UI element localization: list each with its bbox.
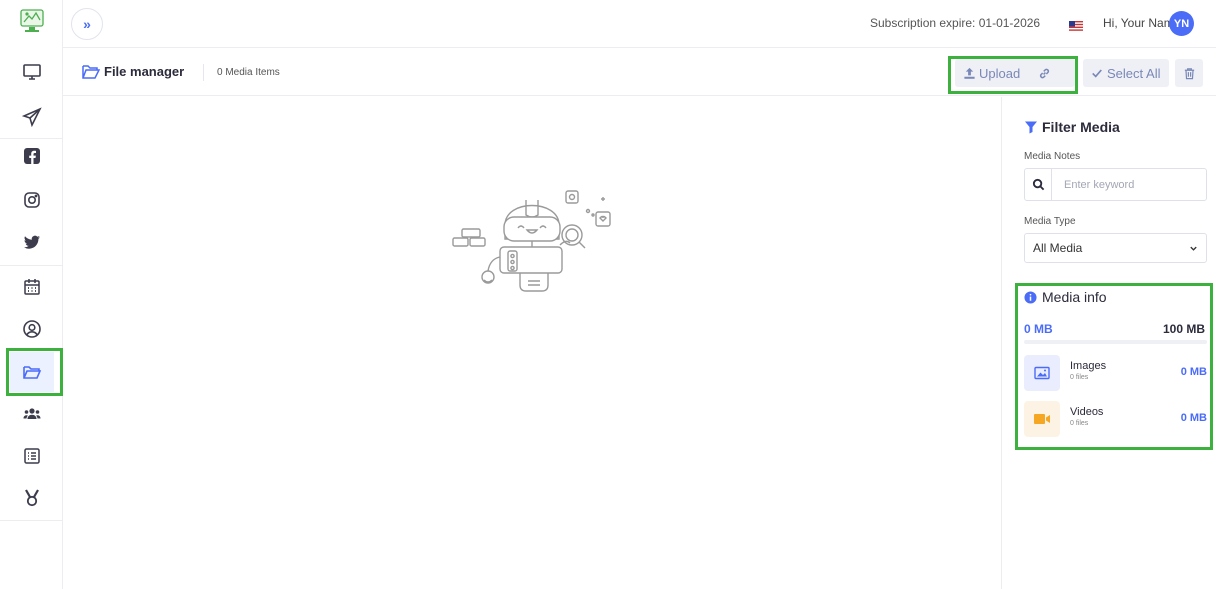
- sidebar-item-instagram[interactable]: [10, 180, 54, 220]
- header-divider: [203, 64, 204, 81]
- expand-sidebar-button[interactable]: »: [71, 8, 103, 40]
- trash-icon: [1184, 67, 1194, 79]
- sidebar-divider: [0, 265, 63, 266]
- select-all-button[interactable]: Select All: [1083, 59, 1169, 87]
- chevron-down-icon: [1190, 246, 1197, 251]
- monitor-icon: [23, 64, 41, 80]
- media-grid-empty: [63, 97, 1001, 589]
- app: » Subscription expire: 01-01-2026 Hi, Yo…: [0, 0, 1216, 589]
- instagram-icon: [24, 192, 40, 208]
- empty-state-robot-illustration: [452, 190, 611, 292]
- media-notes-label: Media Notes: [1024, 151, 1081, 162]
- calendar-icon: [24, 279, 40, 295]
- filter-media-heading: Filter Media: [1024, 119, 1120, 135]
- top-bar: » Subscription expire: 01-01-2026 Hi, Yo…: [63, 0, 1216, 48]
- search-icon: [1025, 169, 1052, 200]
- check-icon: [1092, 69, 1102, 78]
- sidebar-item-twitter[interactable]: [10, 222, 54, 262]
- sidebar-item-facebook[interactable]: [10, 136, 54, 176]
- double-chevron-right-icon: »: [83, 16, 91, 32]
- medal-icon: [25, 489, 39, 507]
- sidebar-item-badges[interactable]: [10, 478, 54, 518]
- app-logo[interactable]: [19, 6, 45, 36]
- sidebar-item-list[interactable]: [10, 436, 54, 476]
- users-icon: [23, 408, 41, 419]
- subscription-expiry: Subscription expire: 01-01-2026: [870, 16, 1041, 30]
- facebook-icon: [24, 148, 40, 164]
- avatar[interactable]: YN: [1169, 11, 1194, 36]
- twitter-icon: [24, 235, 40, 249]
- select-all-label: Select All: [1107, 65, 1161, 81]
- select-all-inner: Select All: [1083, 66, 1160, 81]
- folder-open-icon: [82, 65, 100, 79]
- page-title: File manager: [104, 64, 185, 79]
- search-input[interactable]: [1052, 178, 1206, 191]
- media-count: 0 Media Items: [217, 67, 280, 78]
- sidebar-item-publish[interactable]: [10, 97, 54, 137]
- sidebar-divider: [0, 520, 63, 521]
- user-circle-icon: [23, 320, 41, 338]
- sidebar: [0, 0, 63, 589]
- delete-button[interactable]: [1175, 59, 1203, 87]
- media-type-selected: All Media: [1033, 241, 1083, 255]
- media-type-label: Media Type: [1024, 216, 1076, 227]
- send-icon: [22, 107, 42, 127]
- filter-media-title: Filter Media: [1042, 119, 1120, 135]
- sidebar-item-calendar[interactable]: [10, 267, 54, 307]
- highlight-box-upload: [948, 56, 1078, 94]
- highlight-box-sidebar: [6, 348, 63, 396]
- us-flag-icon[interactable]: [1069, 18, 1083, 31]
- filter-icon: [1025, 121, 1037, 134]
- media-type-select[interactable]: All Media: [1024, 233, 1207, 263]
- sidebar-item-dashboard[interactable]: [10, 52, 54, 92]
- list-icon: [24, 448, 40, 464]
- highlight-box-media-info: [1015, 283, 1213, 450]
- sidebar-item-account[interactable]: [10, 309, 54, 349]
- search-field: [1024, 168, 1207, 201]
- sidebar-item-team[interactable]: [10, 394, 54, 434]
